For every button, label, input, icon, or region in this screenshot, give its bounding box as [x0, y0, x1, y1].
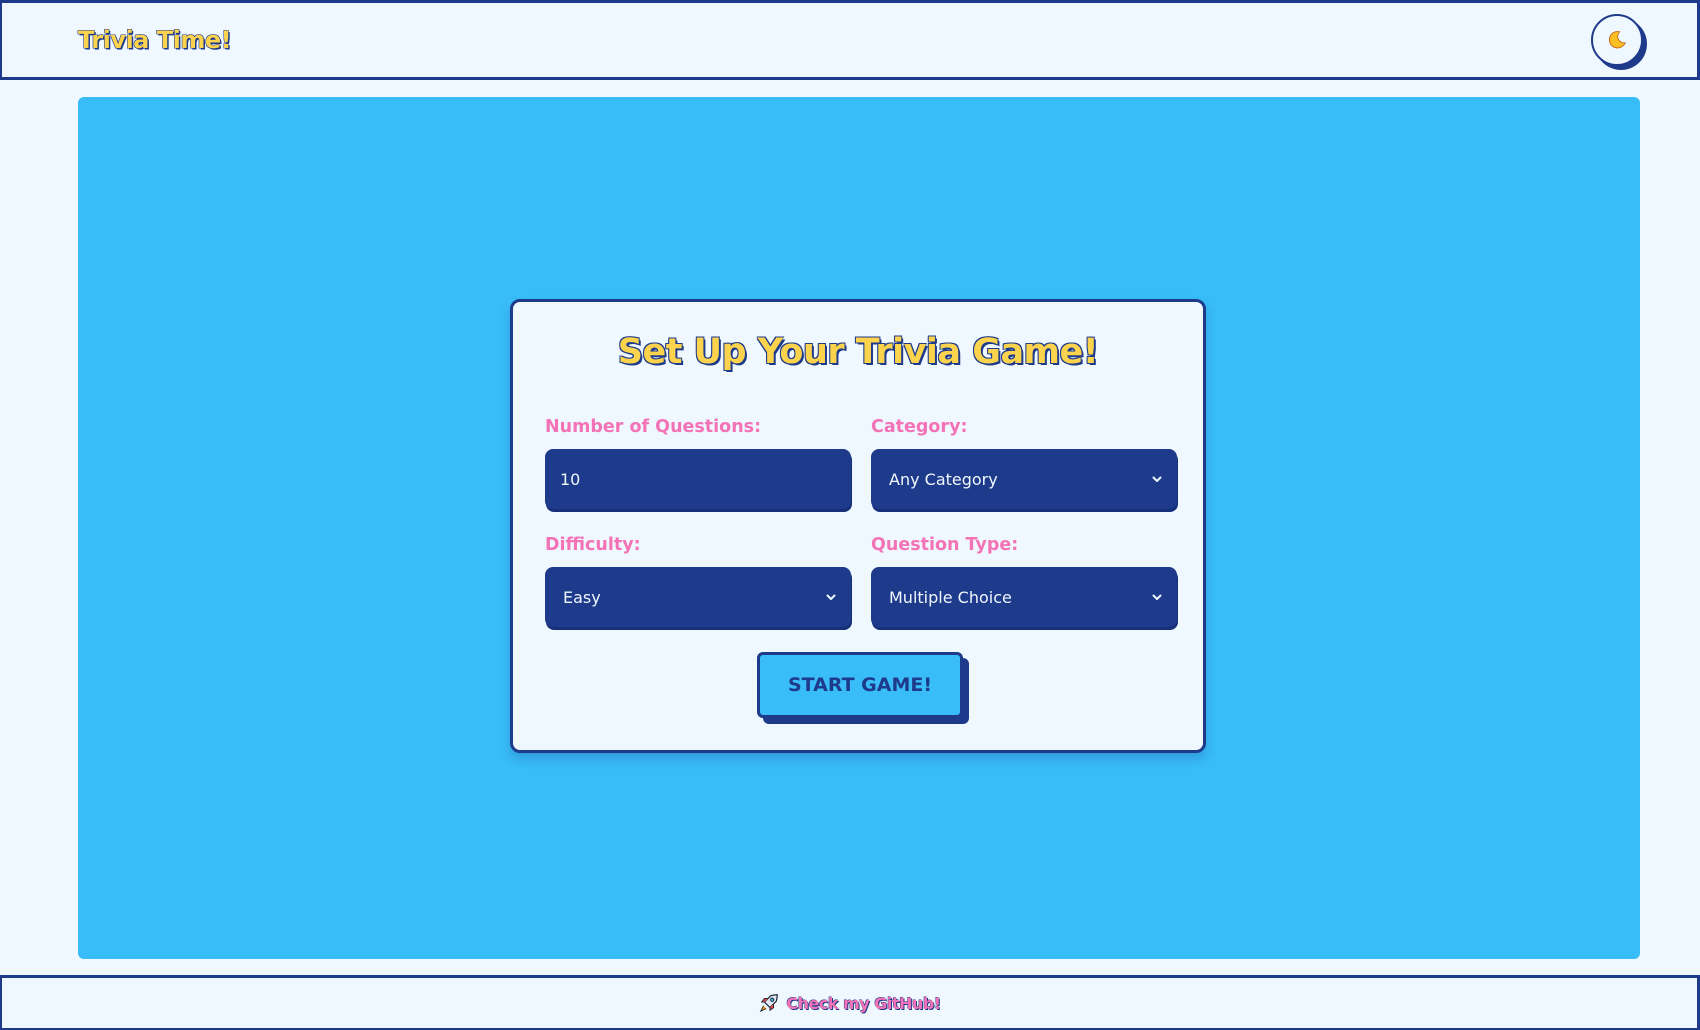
question-type-value: Multiple Choice	[889, 587, 1012, 607]
num-questions-value: 10	[560, 469, 581, 489]
chevron-down-icon	[1151, 591, 1163, 603]
category-value: Any Category	[889, 469, 998, 489]
rocket-icon	[760, 994, 779, 1013]
app-title: Trivia Time!	[78, 26, 232, 54]
category-field: Category: Any Category	[871, 417, 1177, 509]
num-questions-input[interactable]: 10	[545, 449, 851, 509]
theme-toggle-button[interactable]	[1591, 14, 1643, 66]
app-footer: Check my GitHub!	[0, 975, 1700, 1030]
category-select[interactable]: Any Category	[871, 449, 1177, 509]
difficulty-label: Difficulty:	[545, 535, 641, 555]
start-game-button[interactable]: START GAME!	[757, 652, 963, 718]
category-label: Category:	[871, 417, 968, 437]
difficulty-field: Difficulty: Easy	[545, 535, 851, 627]
num-questions-field: Number of Questions: 10	[545, 417, 851, 509]
question-type-label: Question Type:	[871, 535, 1019, 555]
setup-card: Set Up Your Trivia Game! Number of Quest…	[510, 299, 1206, 753]
moon-icon	[1609, 31, 1626, 49]
github-link-label: Check my GitHub!	[786, 993, 941, 1013]
question-type-select[interactable]: Multiple Choice	[871, 567, 1177, 627]
main-area: Set Up Your Trivia Game! Number of Quest…	[78, 97, 1640, 959]
github-link[interactable]: Check my GitHub!	[758, 992, 941, 1014]
difficulty-select[interactable]: Easy	[545, 567, 851, 627]
num-questions-label: Number of Questions:	[545, 417, 762, 437]
chevron-down-icon	[1151, 473, 1163, 485]
difficulty-value: Easy	[563, 587, 601, 607]
chevron-down-icon	[825, 591, 837, 603]
app-header: Trivia Time!	[0, 0, 1700, 80]
question-type-field: Question Type: Multiple Choice	[871, 535, 1177, 627]
setup-title: Set Up Your Trivia Game!	[617, 332, 1099, 372]
